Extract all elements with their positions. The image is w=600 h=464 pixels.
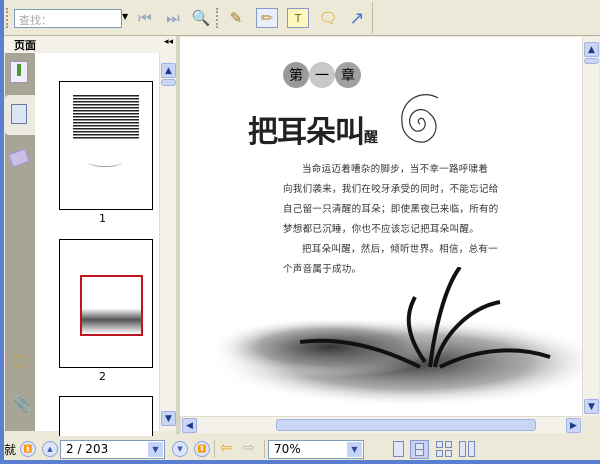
scroll-down-button[interactable]: ▼ [584,399,599,414]
search-dropdown-button[interactable]: ▼ [122,12,128,21]
chevron-down-icon[interactable]: ▼ [148,442,163,457]
chapter-title-small: 醒 [364,130,378,146]
arrow-tool-icon[interactable]: ↗ [346,8,368,29]
find-next-icon[interactable]: ⏭ [162,8,184,28]
search-input[interactable]: 查找： [14,9,122,28]
comment-note-icon[interactable]: 🗨 [317,8,339,28]
scrollbar-thumb[interactable] [276,419,536,431]
body-text: 当命运迈着嘈杂的脚步，当不幸一路呼啸着 向我们袭来，我们在咬牙承受的同时，不能忘… [283,160,499,280]
text-tool-icon[interactable]: T [287,8,309,28]
sidebar-header: 页面 ◂◂ [4,36,176,53]
sidebar: 页面 ◂◂ ❚ 🗨 📎 1 2 ▲ ▼ [4,36,176,436]
scrollbar-thumb[interactable] [161,79,176,86]
thumbnail-label: 1 [99,212,106,225]
sidebar-tab-strip: ❚ 🗨 📎 [5,53,35,431]
pages-tab[interactable] [5,95,35,135]
divider [264,440,265,458]
page-thumbnail-3[interactable] [59,396,153,436]
text-line: 向我们袭来，我们在咬牙承受的同时，不能忘记给 [283,184,499,195]
pages-tab-icon [11,104,27,124]
status-text: 就 [4,443,17,457]
thumbnail-text [73,95,139,139]
scrollbar-thumb[interactable] [584,58,599,64]
attachments-tab-icon[interactable]: 📎 [13,395,32,413]
collapse-sidebar-button[interactable]: ◂◂ [164,37,173,47]
text-line: 梦想都已沉睡，你也不应该忘记把耳朵叫醒。 [283,224,480,235]
thumbnail-label: 2 [99,370,106,383]
sidebar-title: 页面 [14,39,36,52]
pencil-note-icon[interactable]: ✏ [256,8,278,28]
toolbar-divider [372,2,373,34]
zoom-field[interactable]: 70% ▼ [268,440,364,459]
chapter-char: 一 [309,62,335,88]
thumbnail-panel: 1 2 [35,53,159,436]
attach-file-icon[interactable]: ✎ [225,8,247,28]
scroll-up-button[interactable]: ▲ [584,42,599,57]
continuous-facing-view-icon[interactable] [459,441,475,457]
scroll-down-button[interactable]: ▼ [161,411,176,426]
toolbar-grip [216,8,219,28]
previous-page-button[interactable]: ▲ [42,441,58,457]
main-horizontal-scrollbar[interactable]: ◀ ▶ [180,416,582,433]
thumbnail-ornament [88,157,122,167]
scroll-up-button[interactable]: ▲ [161,63,176,78]
scroll-right-button[interactable]: ▶ [566,418,581,433]
toolbar: 查找： ▼ ⏮ ⏭ 🔍 ✎ ✏ T 🗨 ↗ [4,0,600,36]
toolbar-grip[interactable] [6,8,9,28]
next-page-button[interactable]: ▼ [172,441,188,457]
text-line: 把耳朵叫醒，然后，倾听世界。相信，总有一 [302,244,499,255]
thumbnail-scrollbar[interactable]: ▲ ▼ [159,53,176,431]
page-thumbnail-1[interactable] [59,81,153,210]
bookmarks-tab-icon[interactable]: ❚ [10,61,28,83]
single-page-view-icon[interactable] [393,441,404,457]
text-line: 自己留一只清醒的耳朵；即使黑夜已来临，所有的 [283,204,499,215]
scroll-left-button[interactable]: ◀ [182,418,197,433]
chapter-char: 第 [283,62,309,88]
chapter-title: 把耳朵叫醒 [248,107,378,151]
page-number-text: 2 / 203 [66,442,109,456]
divider [214,440,215,458]
chapter-title-text: 把耳朵叫 [248,115,365,150]
layers-tab-icon[interactable] [8,148,30,168]
spiral-ornament [401,94,439,143]
chevron-down-icon[interactable]: ▼ [347,442,362,457]
current-view-rectangle[interactable] [80,275,143,336]
chapter-heading: 第 一 章 [283,62,361,88]
text-line: 当命运迈着嘈杂的脚步，当不幸一路呼啸着 [302,164,489,175]
document-view: 第 一 章 把耳朵叫醒 当命运迈着嘈杂的脚步，当不幸一路呼啸着 向我们袭来，我们… [180,37,582,416]
page-thumbnail-2[interactable] [59,239,153,368]
chapter-char: 章 [335,62,361,88]
find-previous-icon[interactable]: ⏮ [134,8,156,28]
facing-view-icon[interactable] [436,441,452,457]
comments-tab-icon[interactable]: 🗨 [10,353,30,371]
back-arrow-icon[interactable]: ⇦ [220,440,232,456]
ink-orchid-painting [210,267,582,407]
page-number-field[interactable]: 2 / 203 ▼ [60,440,165,459]
forward-arrow-icon[interactable]: ⇨ [243,440,255,456]
continuous-view-icon[interactable] [410,440,429,459]
last-page-button[interactable]: ⏬ [194,441,210,457]
zoom-text: 70% [274,442,301,456]
first-page-button[interactable]: ⏫ [20,441,36,457]
search-magnifier-icon[interactable]: 🔍 [190,8,212,28]
window-border [0,460,600,464]
main-vertical-scrollbar[interactable]: ▲ ▼ [582,37,599,416]
